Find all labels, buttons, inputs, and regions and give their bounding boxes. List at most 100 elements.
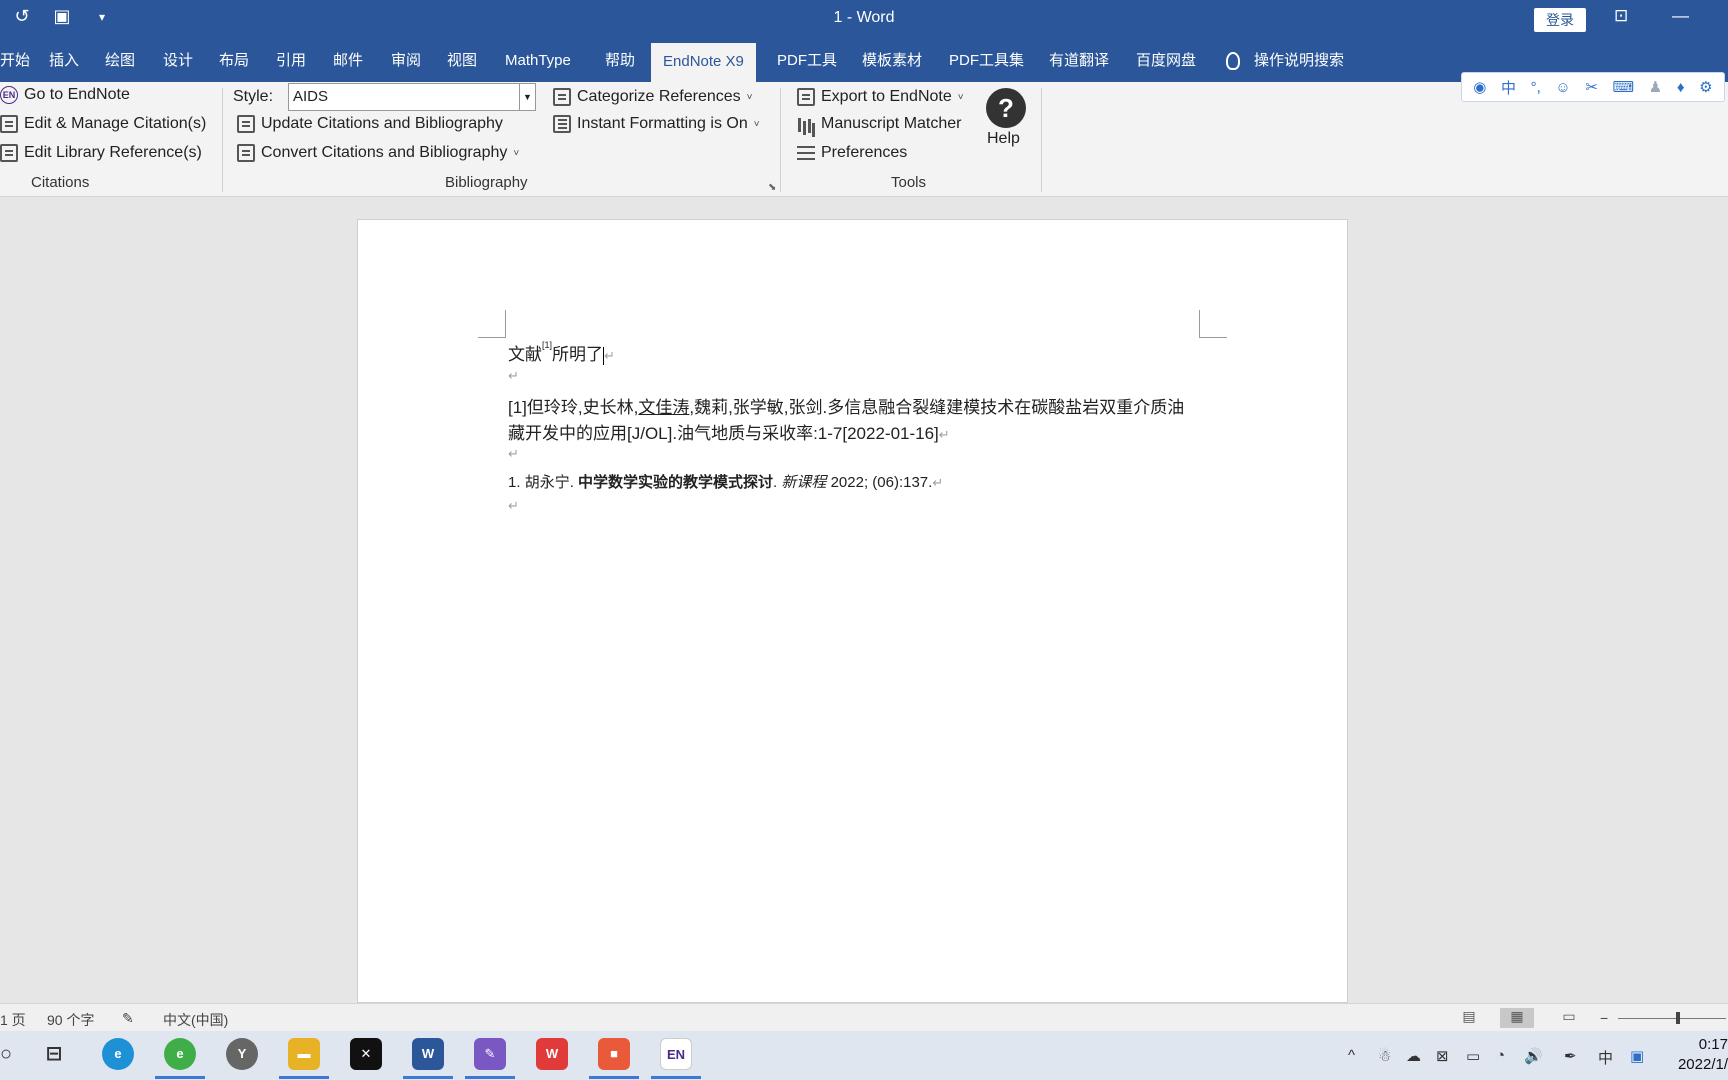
- start-icon[interactable]: ○: [0, 1043, 12, 1066]
- citations-group-label: Citations: [31, 174, 90, 191]
- tab-review[interactable]: 审阅: [391, 40, 421, 82]
- reference-author: 胡永宁.: [524, 474, 574, 491]
- body-paragraph[interactable]: 文献[1]所明了↵: [508, 340, 615, 365]
- tell-me-label: 操作说明搜索: [1254, 52, 1345, 69]
- empty-paragraph[interactable]: ↵: [508, 443, 519, 463]
- paragraph-mark: ↵: [932, 475, 944, 490]
- tray-app-icon[interactable]: ⊠: [1436, 1047, 1449, 1065]
- clock-app-icon[interactable]: Y: [226, 1038, 258, 1070]
- help-icon[interactable]: ?: [986, 88, 1026, 128]
- tab-templates[interactable]: 模板素材: [862, 40, 922, 82]
- cloud-icon[interactable]: ☁: [1406, 1047, 1421, 1065]
- ie-icon[interactable]: e: [164, 1038, 196, 1070]
- zoom-slider[interactable]: [1618, 1018, 1726, 1019]
- notification-icon[interactable]: ▣: [1630, 1047, 1644, 1065]
- edit-manage-label: Edit & Manage Citation(s): [24, 115, 207, 132]
- edit-library-reference-button[interactable]: Edit Library Reference(s): [0, 144, 202, 162]
- tab-home[interactable]: 开始: [0, 40, 30, 82]
- categorize-references-button[interactable]: Categorize References ˅: [553, 88, 752, 106]
- preferences-label: Preferences: [821, 144, 908, 161]
- ime-logo-icon[interactable]: ◉: [1473, 78, 1486, 96]
- preferences-button[interactable]: Preferences: [797, 144, 907, 162]
- tab-youdao-translate[interactable]: 有道翻译: [1049, 40, 1109, 82]
- reference-2[interactable]: 1. 胡永宁. 中学数学实验的教学模式探讨. 新课程 2022; (06):13…: [508, 471, 943, 492]
- go-to-endnote-button[interactable]: EN Go to EndNote: [0, 86, 130, 104]
- style-select[interactable]: AIDS ▼: [288, 83, 536, 111]
- read-mode-icon[interactable]: ▤: [1452, 1008, 1486, 1028]
- taskbar: ○ ⊟ e e Y ▬ ✕ W ✎ W ■ EN ^ ☃ ☁ ⊠ ▭ ◔ 🔊 ✒…: [0, 1031, 1728, 1080]
- empty-paragraph[interactable]: ↵: [508, 365, 519, 385]
- group-divider: [222, 88, 223, 192]
- paint-app-icon[interactable]: ✎: [474, 1038, 506, 1070]
- zoom-slider-thumb[interactable]: [1676, 1012, 1680, 1024]
- empty-paragraph[interactable]: ↵: [508, 495, 519, 515]
- tab-pdf-tools[interactable]: PDF工具: [777, 40, 837, 82]
- battery-icon[interactable]: ▭: [1466, 1047, 1480, 1065]
- endnote-app-icon[interactable]: EN: [660, 1038, 692, 1070]
- web-layout-icon[interactable]: ▭: [1552, 1008, 1586, 1028]
- style-label: Style:: [233, 88, 274, 105]
- tab-design[interactable]: 设计: [163, 40, 193, 82]
- language-indicator[interactable]: 中文(中国): [163, 1010, 228, 1030]
- minimize-icon[interactable]: —: [1672, 6, 1689, 26]
- input-method-icon[interactable]: 中: [1598, 1047, 1613, 1068]
- proofing-icon[interactable]: ✎: [122, 1010, 134, 1027]
- page-count[interactable]: 1 页: [0, 1010, 26, 1030]
- settings-icon[interactable]: ⚙: [1699, 78, 1712, 96]
- manuscript-matcher-button[interactable]: Manuscript Matcher: [797, 115, 962, 133]
- tab-view[interactable]: 视图: [447, 40, 477, 82]
- edge-icon[interactable]: e: [102, 1038, 134, 1070]
- tab-mathtype[interactable]: MathType: [505, 40, 571, 82]
- export-to-endnote-button[interactable]: Export to EndNote ˅: [797, 88, 964, 106]
- tab-insert[interactable]: 插入: [49, 40, 79, 82]
- restore-icon[interactable]: ⊡: [1614, 6, 1628, 26]
- help-label[interactable]: Help: [987, 130, 1020, 148]
- instant-formatting-button[interactable]: Instant Formatting is On ˅: [553, 115, 760, 133]
- show-hidden-icons-icon[interactable]: ^: [1348, 1047, 1355, 1064]
- wps-icon[interactable]: W: [536, 1038, 568, 1070]
- print-layout-icon[interactable]: ▦: [1500, 1008, 1534, 1028]
- word-count[interactable]: 90 个字: [47, 1010, 94, 1030]
- edit-manage-citations-button[interactable]: Edit & Manage Citation(s): [0, 115, 206, 133]
- tab-pdf-toolset[interactable]: PDF工具集: [949, 40, 1024, 82]
- tab-mailings[interactable]: 邮件: [333, 40, 363, 82]
- convert-citations-button[interactable]: Convert Citations and Bibliography ˅: [237, 144, 519, 162]
- tab-references[interactable]: 引用: [276, 40, 306, 82]
- user-icon[interactable]: ♟: [1649, 78, 1662, 96]
- skin-icon[interactable]: ♦: [1677, 79, 1685, 96]
- emoji-icon[interactable]: ☺: [1555, 79, 1570, 96]
- update-citations-button[interactable]: Update Citations and Bibliography: [237, 115, 503, 133]
- punctuation-icon[interactable]: °,: [1531, 79, 1541, 96]
- keyboard-icon[interactable]: ⌨: [1613, 78, 1635, 96]
- word-icon[interactable]: W: [412, 1038, 444, 1070]
- manuscript-matcher-label: Manuscript Matcher: [821, 115, 962, 132]
- volume-icon[interactable]: 🔊: [1524, 1047, 1543, 1065]
- task-view-icon[interactable]: ⊟: [38, 1038, 70, 1070]
- chevron-down-icon: ˅: [513, 147, 520, 159]
- reference-1-line-1[interactable]: [1]但玲玲,史长林,文佳涛,魏莉,张学敏,张剑.多信息融合裂缝建模技术在碳酸盐…: [508, 393, 1184, 418]
- status-bar: 1 页 90 个字 ✎ 中文(中国) ▤ ▦ ▭ −: [0, 1003, 1728, 1031]
- system-clock[interactable]: 0:17 2022/1/: [1660, 1035, 1728, 1075]
- citation-marker[interactable]: [1]: [542, 340, 552, 350]
- tab-layout[interactable]: 布局: [219, 40, 249, 82]
- edit-citation-icon: [0, 115, 18, 133]
- tell-me-search[interactable]: 操作说明搜索: [1226, 40, 1344, 82]
- login-button[interactable]: 登录: [1534, 8, 1586, 32]
- qq-icon[interactable]: ☃: [1378, 1047, 1391, 1065]
- capcut-icon[interactable]: ✕: [350, 1038, 382, 1070]
- file-explorer-icon[interactable]: ▬: [288, 1038, 320, 1070]
- tab-endnote[interactable]: EndNote X9: [651, 43, 756, 82]
- document-page[interactable]: 文献[1]所明了↵ ↵ [1]但玲玲,史长林,文佳涛,魏莉,张学敏,张剑.多信息…: [357, 219, 1348, 1003]
- wifi-icon[interactable]: ◔: [1496, 1047, 1505, 1064]
- dialog-launcher-icon[interactable]: ⬊: [768, 182, 776, 193]
- screen-recorder-icon[interactable]: ■: [598, 1038, 630, 1070]
- reference-1-line-2[interactable]: 藏开发中的应用[J/OL].油气地质与采收率:1-7[2022-01-16]↵: [508, 419, 950, 444]
- chinese-mode-icon[interactable]: 中: [1501, 77, 1516, 98]
- tab-baidu-netdisk[interactable]: 百度网盘: [1136, 40, 1196, 82]
- zoom-out-button[interactable]: −: [1600, 1010, 1608, 1026]
- tab-help[interactable]: 帮助: [605, 40, 635, 82]
- tab-draw[interactable]: 绘图: [105, 40, 135, 82]
- pen-icon[interactable]: ✒: [1564, 1047, 1577, 1065]
- scissors-icon[interactable]: ✂: [1585, 78, 1598, 96]
- chevron-down-icon[interactable]: ▼: [519, 84, 535, 110]
